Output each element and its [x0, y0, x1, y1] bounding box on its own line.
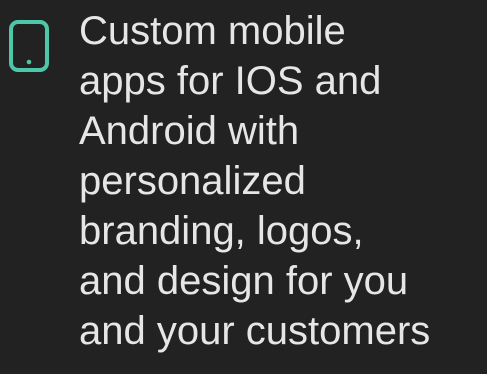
feature-description: Custom mobile apps for IOS and Android w… — [79, 9, 431, 353]
feature-card: Custom mobile apps for IOS and Android w… — [0, 0, 487, 374]
smartphone-icon — [9, 20, 49, 72]
